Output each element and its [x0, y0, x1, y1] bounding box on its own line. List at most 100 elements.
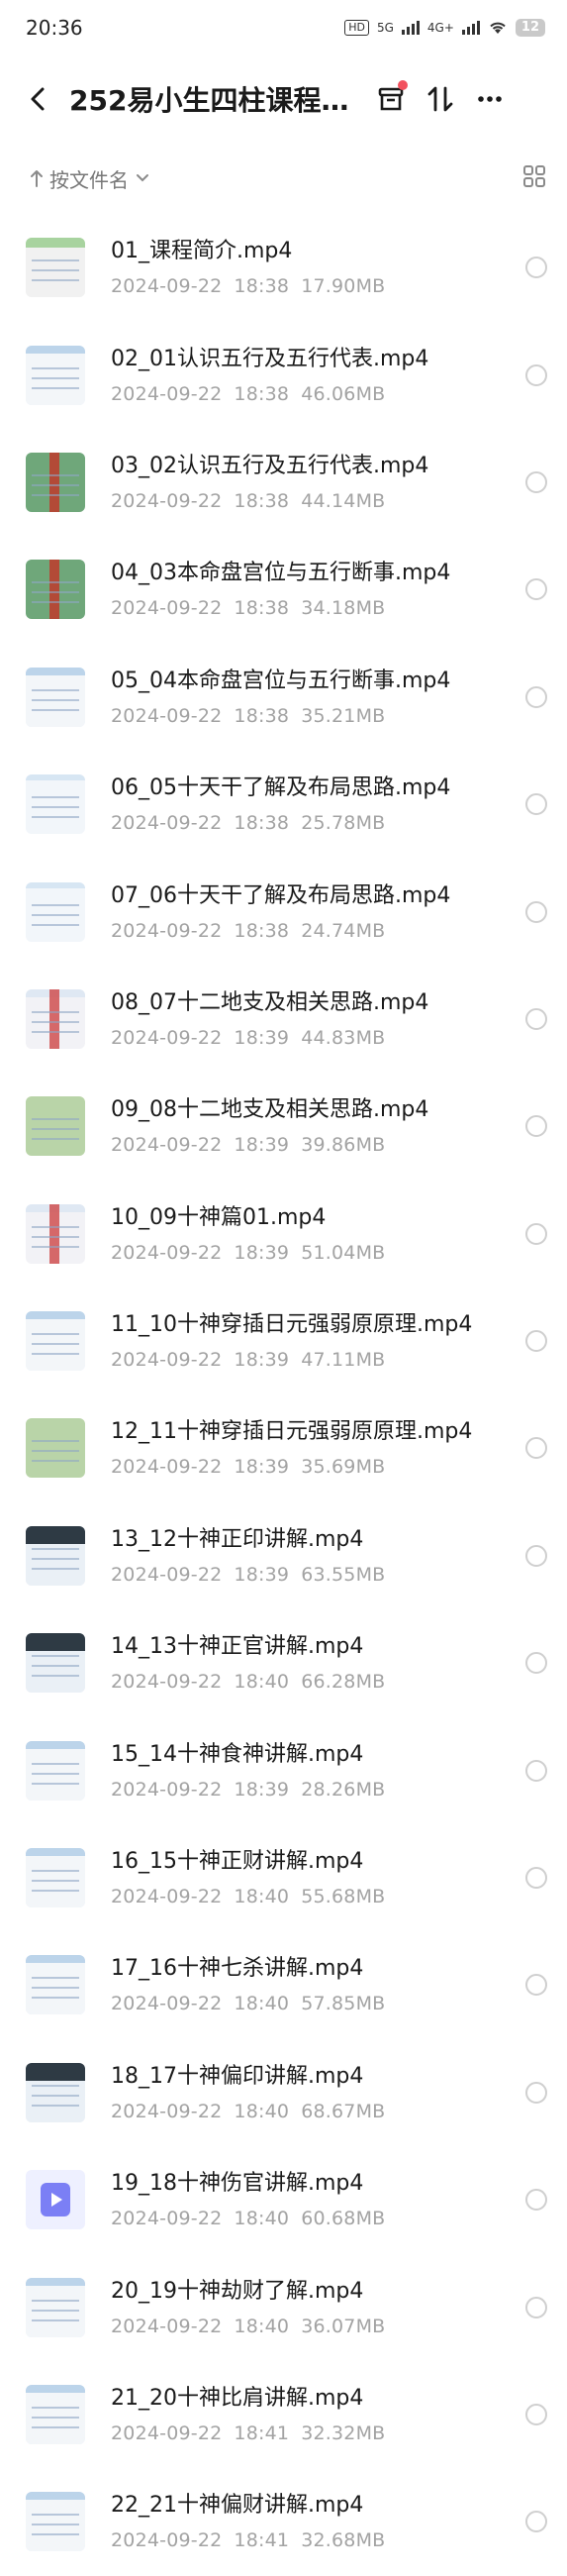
select-radio[interactable]	[525, 793, 547, 816]
file-time: 18:40	[234, 1993, 290, 2015]
sort-order-button[interactable]	[416, 74, 465, 124]
select-radio[interactable]	[525, 1437, 547, 1460]
file-row[interactable]: 21_20十神比肩讲解.mp4 2024-09-22 18:41 32.32MB	[0, 2361, 567, 2468]
file-row[interactable]: 16_15十神正财讲解.mp4 2024-09-22 18:40 55.68MB	[0, 1824, 567, 1931]
file-date: 2024-09-22	[111, 1778, 223, 1801]
file-row[interactable]: 02_01认识五行及五行代表.mp4 2024-09-22 18:38 46.06MB	[0, 321, 567, 428]
file-date: 2024-09-22	[111, 919, 223, 942]
select-radio[interactable]	[525, 257, 547, 279]
file-row[interactable]: 05_04本命盘宫位与五行断事.mp4 2024-09-22 18:38 35.21M…	[0, 644, 567, 751]
archive-button[interactable]	[366, 74, 416, 124]
file-row[interactable]: 03_02认识五行及五行代表.mp4 2024-09-22 18:38 44.14MB	[0, 429, 567, 536]
file-date: 2024-09-22	[111, 2208, 223, 2230]
file-time: 18:40	[234, 1886, 290, 1908]
file-size: 35.69MB	[301, 1456, 386, 1479]
status-time: 20:36	[26, 16, 83, 40]
select-radio[interactable]	[525, 2189, 547, 2212]
file-row[interactable]: 20_19十神劫财了解.mp4 2024-09-22 18:40 36.07MB	[0, 2253, 567, 2360]
file-row[interactable]: 11_10十神穿插日元强弱原原理.mp4 2024-09-22 18:39 47.11…	[0, 1288, 567, 1394]
select-radio[interactable]	[525, 685, 547, 708]
file-date: 2024-09-22	[111, 1456, 223, 1479]
file-name: 20_19十神劫财了解.mp4	[111, 2278, 364, 2304]
notification-dot	[398, 80, 408, 90]
file-row[interactable]: 13_12十神正印讲解.mp4 2024-09-22 18:39 63.55MB	[0, 1502, 567, 1609]
file-date: 2024-09-22	[111, 275, 223, 298]
file-size: 68.67MB	[301, 2100, 386, 2122]
select-radio[interactable]	[525, 470, 547, 493]
file-meta: 08_07十二地支及相关思路.mp4 2024-09-22 18:39 44.83MB	[111, 988, 516, 1050]
file-info: 2024-09-22 18:40 66.28MB	[111, 1670, 516, 1694]
file-meta: 03_02认识五行及五行代表.mp4 2024-09-22 18:38 44.14MB	[111, 452, 516, 513]
file-row[interactable]: 15_14十神食神讲解.mp4 2024-09-22 18:39 28.26MB	[0, 1716, 567, 1823]
file-row[interactable]: 01_课程简介.mp4 2024-09-22 18:38 17.90MB	[0, 214, 567, 321]
file-row[interactable]: 04_03本命盘宫位与五行断事.mp4 2024-09-22 18:38 34.18M…	[0, 536, 567, 643]
status-bar: 20:36 HD 5G 4G+ 12	[0, 0, 567, 55]
file-size: 39.86MB	[301, 1134, 386, 1157]
file-row[interactable]: 08_07十二地支及相关思路.mp4 2024-09-22 18:39 44.83MB	[0, 966, 567, 1073]
file-meta: 20_19十神劫财了解.mp4 2024-09-22 18:40 36.07MB	[111, 2277, 516, 2338]
file-name: 05_04本命盘宫位与五行断事.mp4	[111, 668, 451, 693]
file-meta: 06_05十天干了解及布局思路.mp4 2024-09-22 18:38 25.78M…	[111, 773, 516, 835]
wifi-icon	[490, 22, 506, 34]
file-row[interactable]: 12_11十神穿插日元强弱原原理.mp4 2024-09-22 18:39 35.69…	[0, 1394, 567, 1501]
file-time: 18:38	[234, 489, 290, 512]
file-row[interactable]: 09_08十二地支及相关思路.mp4 2024-09-22 18:39 39.86MB	[0, 1073, 567, 1180]
select-radio[interactable]	[525, 1759, 547, 1782]
file-date: 2024-09-22	[111, 704, 223, 727]
file-date: 2024-09-22	[111, 597, 223, 620]
file-row[interactable]: 14_13十神正官讲解.mp4 2024-09-22 18:40 66.28MB	[0, 1609, 567, 1716]
select-radio[interactable]	[525, 900, 547, 923]
file-meta: 19_18十神伤官讲解.mp4 2024-09-22 18:40 60.68MB	[111, 2169, 516, 2230]
grid-view-button[interactable]	[521, 163, 547, 194]
back-button[interactable]	[20, 81, 55, 117]
arrow-up-icon	[31, 170, 43, 187]
select-radio[interactable]	[525, 1867, 547, 1890]
select-radio[interactable]	[525, 1222, 547, 1245]
select-radio[interactable]	[525, 1115, 547, 1138]
select-radio[interactable]	[525, 578, 547, 601]
sort-by-name-button[interactable]: 按文件名	[30, 164, 150, 193]
select-radio[interactable]	[525, 1974, 547, 1997]
file-time: 18:41	[234, 2529, 290, 2552]
file-date: 2024-09-22	[111, 2100, 223, 2122]
select-radio[interactable]	[525, 1544, 547, 1567]
file-size: 25.78MB	[301, 812, 386, 835]
chevron-down-icon	[137, 174, 148, 182]
file-size: 55.68MB	[301, 1886, 386, 1908]
select-radio[interactable]	[525, 2296, 547, 2318]
select-radio[interactable]	[525, 1330, 547, 1353]
file-name: 01_课程简介.mp4	[111, 239, 293, 264]
select-radio[interactable]	[525, 1652, 547, 1675]
more-options-button[interactable]	[465, 74, 515, 124]
file-row[interactable]: 19_18十神伤官讲解.mp4 2024-09-22 18:40 60.68MB	[0, 2146, 567, 2253]
select-radio[interactable]	[525, 2511, 547, 2533]
video-thumbnail	[26, 452, 85, 512]
file-meta: 07_06十天干了解及布局思路.mp4 2024-09-22 18:38 24.74M…	[111, 881, 516, 943]
file-info: 2024-09-22 18:40 36.07MB	[111, 2315, 516, 2338]
file-time: 18:39	[234, 1134, 290, 1157]
file-row[interactable]: 10_09十神篇01.mp4 2024-09-22 18:39 51.04MB	[0, 1181, 567, 1288]
file-size: 47.11MB	[301, 1349, 386, 1372]
file-name: 16_15十神正财讲解.mp4	[111, 1849, 364, 1875]
file-row[interactable]: 22_21十神偏财讲解.mp4 2024-09-22 18:41 32.68MB	[0, 2468, 567, 2575]
select-radio[interactable]	[525, 363, 547, 386]
file-meta: 18_17十神偏印讲解.mp4 2024-09-22 18:40 68.67MB	[111, 2062, 516, 2123]
file-info: 2024-09-22 18:38 24.74MB	[111, 919, 516, 943]
file-date: 2024-09-22	[111, 2422, 223, 2444]
file-row[interactable]: 17_16十神七杀讲解.mp4 2024-09-22 18:40 57.85MB	[0, 1931, 567, 2038]
file-name: 19_18十神伤官讲解.mp4	[111, 2171, 364, 2197]
file-name: 14_13十神正官讲解.mp4	[111, 1634, 364, 1660]
file-meta: 14_13十神正官讲解.mp4 2024-09-22 18:40 66.28MB	[111, 1632, 516, 1694]
file-meta: 16_15十神正财讲解.mp4 2024-09-22 18:40 55.68MB	[111, 1847, 516, 1908]
select-radio[interactable]	[525, 1007, 547, 1030]
file-time: 18:41	[234, 2422, 290, 2444]
file-size: 51.04MB	[301, 1241, 386, 1264]
file-info: 2024-09-22 18:38 44.14MB	[111, 489, 516, 513]
file-row[interactable]: 06_05十天干了解及布局思路.mp4 2024-09-22 18:38 25.78M…	[0, 751, 567, 858]
file-row[interactable]: 18_17十神偏印讲解.mp4 2024-09-22 18:40 68.67MB	[0, 2039, 567, 2146]
file-info: 2024-09-22 18:41 32.32MB	[111, 2421, 516, 2445]
select-radio[interactable]	[525, 2081, 547, 2104]
select-radio[interactable]	[525, 2404, 547, 2425]
file-size: 35.21MB	[301, 704, 386, 727]
file-row[interactable]: 07_06十天干了解及布局思路.mp4 2024-09-22 18:38 24.74M…	[0, 858, 567, 965]
